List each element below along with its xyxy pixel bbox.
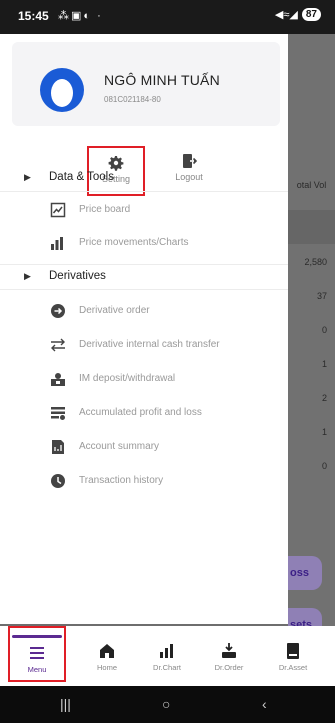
menu-item-internal-cash-transfer[interactable]: Derivative internal cash transfer xyxy=(0,333,288,357)
menu-label: Derivative internal cash transfer xyxy=(79,339,220,350)
profit-loss-icon xyxy=(50,405,66,421)
recent-apps-button[interactable]: ||| xyxy=(60,696,71,712)
avatar-icon xyxy=(40,68,84,112)
nav-label: Dr.Order xyxy=(214,663,244,672)
expand-triangle-icon: ▶ xyxy=(24,171,31,182)
notification-icons: ⁂▣◐ · xyxy=(58,10,103,22)
system-navigation-bar: ||| ○ ‹ xyxy=(0,686,335,723)
table-cell: 1 xyxy=(321,359,327,369)
section-data-tools[interactable]: ▶ Data & Tools xyxy=(0,165,288,189)
system-home-button[interactable]: ○ xyxy=(162,696,170,712)
menu-item-derivative-order[interactable]: Derivative order xyxy=(0,299,288,323)
nav-label: Menu xyxy=(27,665,47,674)
nav-label: Dr.Chart xyxy=(153,663,181,672)
table-cell: 2,580 xyxy=(304,257,327,267)
nav-dr-chart[interactable]: Dr.Chart xyxy=(138,626,196,682)
section-derivatives[interactable]: ▶ Derivatives xyxy=(0,264,288,288)
asset-icon xyxy=(287,643,299,659)
menu-item-im-deposit[interactable]: IM deposit/withdrawal xyxy=(0,367,288,391)
menu-item-account-summary[interactable]: Account summary xyxy=(0,435,288,459)
profile-card: NGÔ MINH TUẤN 081C021184-80 xyxy=(12,42,280,126)
table-cell: 0 xyxy=(321,461,327,471)
table-cell: 37 xyxy=(316,291,327,301)
bottom-navigation: Menu Home Dr.Chart Dr.Order Dr.Asset xyxy=(0,626,335,686)
nav-label: Dr.Asset xyxy=(278,663,308,672)
menu-label: Price movements/Charts xyxy=(79,237,189,248)
nav-home[interactable]: Home xyxy=(78,626,136,682)
status-bar: 15:45 ⁂▣◐ · ◀≈◢ 87 xyxy=(0,0,335,34)
user-name: NGÔ MINH TUẤN xyxy=(104,72,220,88)
nav-menu[interactable]: Menu xyxy=(8,626,66,682)
divider xyxy=(0,289,288,290)
status-right: ◀≈◢ 87 xyxy=(275,8,321,21)
column-header: otal Vol xyxy=(296,180,327,190)
expand-triangle-icon: ▶ xyxy=(24,270,31,281)
hamburger-menu-icon xyxy=(30,647,44,659)
table-cell: 1 xyxy=(321,427,327,437)
divider xyxy=(0,191,288,192)
menu-item-transaction-history[interactable]: Transaction history xyxy=(0,469,288,493)
transfer-arrows-icon xyxy=(50,337,66,353)
home-icon xyxy=(100,644,114,658)
chart-board-icon xyxy=(50,202,66,218)
table-row xyxy=(288,210,335,244)
nav-dr-asset[interactable]: Dr.Asset xyxy=(264,626,322,682)
table-cell: 0 xyxy=(321,325,327,335)
divider xyxy=(0,264,288,265)
background-button: oss xyxy=(288,556,322,590)
navigation-drawer: NGÔ MINH TUẤN 081C021184-80 Setting Logo… xyxy=(0,34,288,624)
arrow-circle-icon xyxy=(50,303,66,319)
active-indicator xyxy=(12,635,62,638)
bar-chart-icon xyxy=(160,644,173,658)
menu-label: IM deposit/withdrawal xyxy=(79,373,176,384)
account-id: 081C021184-80 xyxy=(104,95,161,104)
menu-item-profit-loss[interactable]: Accumulated profit and loss xyxy=(0,401,288,425)
menu-label: Accumulated profit and loss xyxy=(79,407,202,418)
nav-dr-order[interactable]: Dr.Order xyxy=(200,626,258,682)
section-label: Data & Tools xyxy=(49,171,114,183)
menu-label: Price board xyxy=(79,204,131,215)
clock-icon xyxy=(50,473,66,489)
menu-item-price-board[interactable]: Price board xyxy=(0,198,288,222)
deposit-icon xyxy=(50,371,66,387)
order-icon xyxy=(222,643,236,658)
system-back-button[interactable]: ‹ xyxy=(262,696,267,712)
menu-label: Account summary xyxy=(79,441,160,452)
menu-item-price-movements[interactable]: Price movements/Charts xyxy=(0,231,288,255)
battery-icon: 87 xyxy=(301,8,321,21)
document-icon xyxy=(50,439,66,455)
section-label: Derivatives xyxy=(49,270,106,282)
table-cell: 2 xyxy=(321,393,327,403)
status-time: 15:45 xyxy=(18,9,49,23)
menu-label: Transaction history xyxy=(79,475,164,486)
signal-icons: ◀≈◢ xyxy=(274,9,298,21)
nav-label: Home xyxy=(96,663,117,672)
menu-label: Derivative order xyxy=(79,305,150,316)
bar-chart-icon xyxy=(50,235,66,251)
